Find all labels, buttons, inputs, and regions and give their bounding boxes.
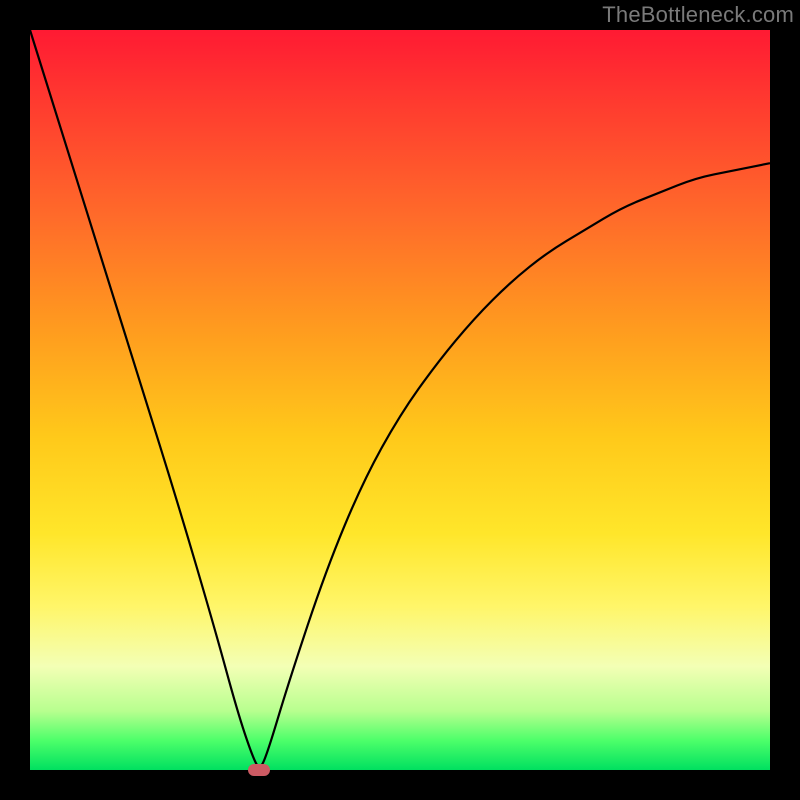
chart-frame: TheBottleneck.com: [0, 0, 800, 800]
watermark-text: TheBottleneck.com: [602, 2, 794, 28]
plot-area: [30, 30, 770, 770]
curve-svg: [30, 30, 770, 770]
minimum-marker: [248, 764, 270, 776]
bottleneck-curve: [30, 30, 770, 766]
